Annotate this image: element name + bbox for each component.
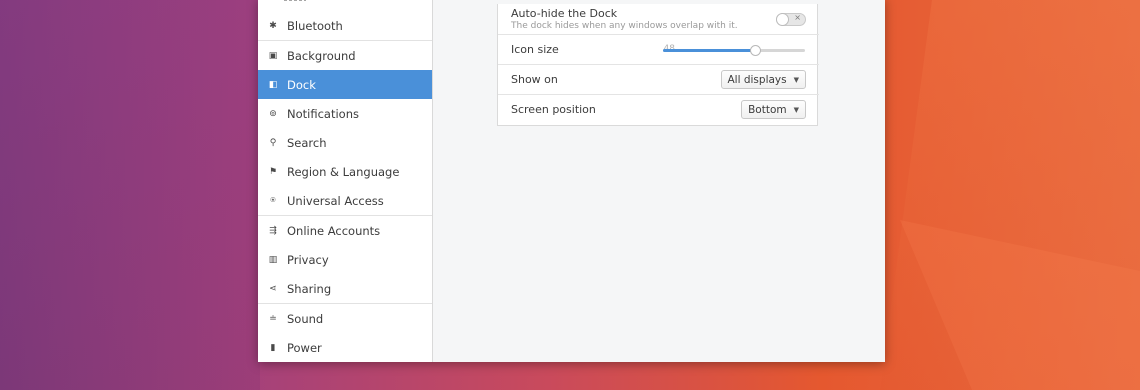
wallpaper-facet-right: [880, 0, 1140, 390]
screen-position-row: Screen position Bottom ▼: [498, 95, 819, 126]
sidebar-item-label: Power: [287, 340, 322, 355]
sidebar-item-label: Sound: [287, 311, 324, 326]
sidebar-item-privacy[interactable]: ▥ Privacy: [258, 245, 432, 274]
sharing-icon: ⋖: [269, 283, 277, 294]
notifications-icon: ⊚: [269, 108, 277, 119]
sidebar-item-label: Privacy: [287, 252, 329, 267]
wallpaper-shade-left: [0, 0, 260, 390]
sidebar-item-sharing[interactable]: ⋖ Sharing: [258, 274, 432, 303]
sidebar-item-notifications[interactable]: ⊚ Notifications: [258, 99, 432, 128]
sidebar-item-label: Universal Access: [287, 193, 384, 208]
dock-settings-page: Auto-hide the Dock The dock hides when a…: [433, 0, 885, 362]
sidebar-item-universal-access[interactable]: ⍟ Universal Access: [258, 186, 432, 215]
background-icon: ▣: [268, 50, 278, 61]
bluetooth-icon: ✱: [269, 20, 277, 31]
dock-icon: ◧: [268, 79, 278, 90]
universal-access-icon: ⍟: [270, 195, 276, 206]
power-icon: ▮: [270, 342, 276, 353]
wallpaper-facet-lower: [900, 220, 1140, 390]
sidebar-item-label: Sharing: [287, 281, 332, 296]
truncated-sidebar-item-above: [284, 0, 306, 1]
show-on-dropdown[interactable]: All displays ▼: [720, 70, 806, 89]
online-accounts-icon: ⇶: [269, 225, 277, 236]
search-icon: ⚲: [269, 137, 277, 148]
sidebar-item-label: Region & Language: [287, 164, 400, 179]
chevron-down-icon: ▼: [793, 75, 799, 84]
slider-thumb[interactable]: [750, 45, 761, 56]
show-on-value: All displays: [727, 73, 787, 86]
show-on-row: Show on All displays ▼: [498, 65, 819, 95]
show-on-label: Show on: [511, 73, 558, 86]
settings-window: ✱ Bluetooth ▣ Background ◧ Dock ⊚ Notifi…: [258, 0, 885, 362]
sidebar-item-sound[interactable]: ≐ Sound: [258, 304, 432, 333]
sidebar-item-dock[interactable]: ◧ Dock: [258, 70, 432, 99]
sidebar-item-label: Online Accounts: [287, 223, 381, 238]
toggle-off-icon: ×: [794, 13, 801, 22]
sidebar-item-label: Background: [287, 48, 356, 63]
dock-settings-list: Auto-hide the Dock The dock hides when a…: [497, 4, 819, 126]
region-language-icon: ⚑: [268, 166, 278, 177]
sidebar-item-label: Bluetooth: [287, 18, 343, 33]
screen-position-value: Bottom: [748, 103, 787, 116]
toggle-knob: [776, 13, 789, 26]
icon-size-slider[interactable]: [663, 45, 805, 56]
icon-size-label: Icon size: [511, 43, 559, 56]
screen-position-dropdown[interactable]: Bottom ▼: [741, 100, 806, 119]
sound-icon: ≐: [269, 313, 277, 324]
autohide-toggle[interactable]: ×: [776, 13, 806, 26]
autohide-subtitle: The dock hides when any windows overlap …: [511, 21, 738, 31]
icon-size-row: Icon size 48: [498, 35, 819, 65]
sidebar-item-bluetooth[interactable]: ✱ Bluetooth: [258, 11, 432, 40]
sidebar-item-power[interactable]: ▮ Power: [258, 333, 432, 362]
sidebar-item-background[interactable]: ▣ Background: [258, 41, 432, 70]
slider-fill: [663, 49, 755, 52]
autohide-title: Auto-hide the Dock: [511, 7, 618, 20]
sidebar-item-region-language[interactable]: ⚑ Region & Language: [258, 157, 432, 186]
sidebar-item-online-accounts[interactable]: ⇶ Online Accounts: [258, 216, 432, 245]
privacy-icon: ▥: [268, 254, 278, 265]
sidebar-item-label: Search: [287, 135, 327, 150]
chevron-down-icon: ▼: [793, 105, 799, 114]
settings-sidebar: ✱ Bluetooth ▣ Background ◧ Dock ⊚ Notifi…: [258, 0, 433, 362]
sidebar-item-label: Notifications: [287, 106, 359, 121]
autohide-row: Auto-hide the Dock The dock hides when a…: [498, 4, 819, 35]
sidebar-item-search[interactable]: ⚲ Search: [258, 128, 432, 157]
sidebar-item-label: Dock: [287, 77, 316, 92]
screen-position-label: Screen position: [511, 103, 596, 116]
